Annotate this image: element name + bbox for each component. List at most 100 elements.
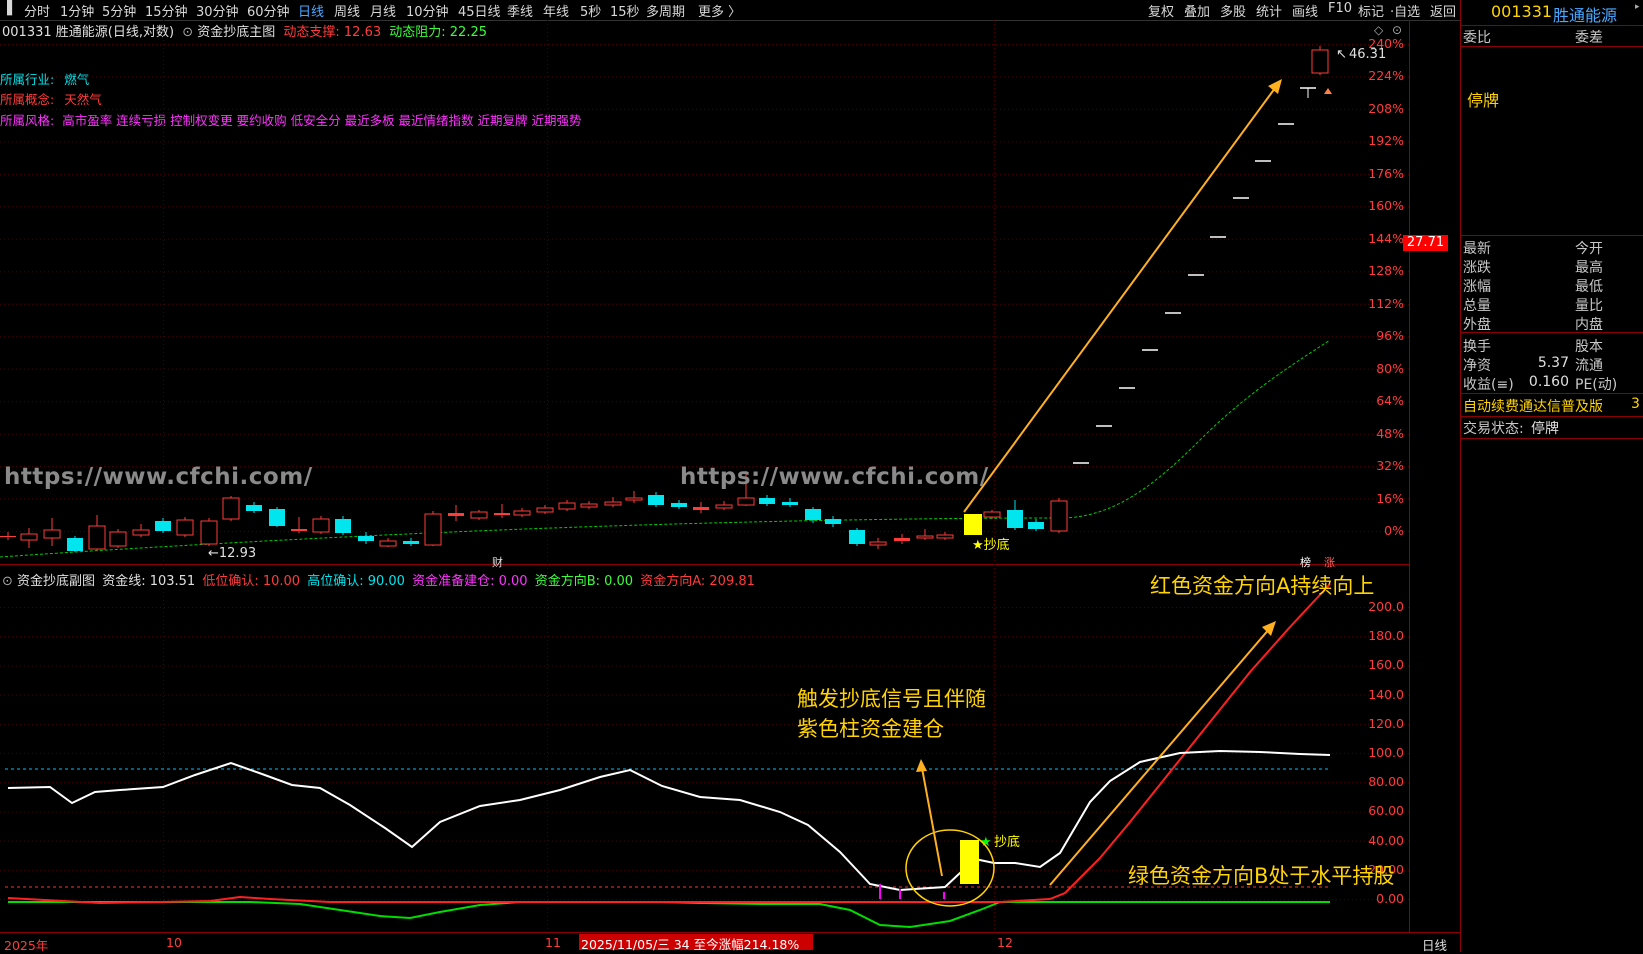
settings-icon[interactable]: ⊙ — [1392, 23, 1402, 37]
candle-body — [513, 510, 531, 516]
main-y-tick-label: 144% — [1368, 230, 1404, 246]
low-price-marker: ←12.93 — [208, 546, 256, 561]
candle-body — [448, 513, 464, 516]
candle-body — [43, 529, 61, 539]
candle-body — [246, 505, 262, 511]
signal-label-sub: 抄底 — [994, 834, 1020, 850]
quote-label: 最低 — [1575, 279, 1603, 295]
candle-body — [379, 540, 397, 547]
main-y-tick-label: 64% — [1376, 393, 1404, 409]
period-indicator[interactable]: 日线 — [1422, 935, 1447, 954]
candle-body — [312, 518, 330, 533]
candle-body — [176, 519, 194, 536]
candle-body — [916, 535, 934, 539]
sub-y-tick-label: 160.0 — [1368, 657, 1404, 673]
panel-divider — [1461, 332, 1643, 333]
direction-b-label: 资金方向B: 0.00 — [534, 574, 634, 589]
panel-divider — [1461, 416, 1643, 417]
trend-arrow-sub — [1049, 627, 1271, 886]
sub-y-tick-label: 60.00 — [1368, 803, 1404, 819]
main-y-tick-label: 176% — [1368, 165, 1404, 181]
sub-y-tick-label: 140.0 — [1368, 686, 1404, 702]
panel-dropdown-icon[interactable]: ▸ — [1635, 2, 1640, 12]
candle-body — [358, 536, 374, 541]
quote-panel: 001331 胜通能源 ▸ 委比 委差 停牌 最新 今开 涨跌 最高 涨幅 最低 总量 量比外… — [1460, 0, 1643, 952]
candle-body — [200, 520, 218, 545]
candle-body — [849, 530, 865, 544]
sub-settings-icon[interactable]: ⊙ — [2, 574, 13, 589]
signal-highlight-circle — [905, 829, 995, 907]
candle-body — [67, 538, 83, 551]
panel-stock-code: 001331 — [1491, 2, 1553, 21]
suspended-badge: 停牌 — [1467, 91, 1500, 110]
promo-number: 3 — [1631, 396, 1640, 412]
signal-arrowhead — [916, 759, 927, 772]
sub-indicator-name[interactable]: 资金抄底副图 — [17, 574, 95, 589]
candle-body — [1028, 522, 1044, 529]
candle-body — [936, 534, 954, 539]
sub-chart-title: ⊙ 资金抄底副图 资金线: 103.51 低位确认: 10.00 高位确认: 9… — [2, 570, 755, 589]
candle-body — [109, 531, 127, 547]
limit-up-ticks — [1073, 87, 1316, 464]
candle-body — [759, 498, 775, 504]
quote-label: 最高 — [1575, 260, 1603, 276]
candle-body — [0, 536, 16, 537]
sub-y-tick-label: 180.0 — [1368, 628, 1404, 644]
main-y-tick-label: 96% — [1376, 328, 1404, 344]
sub-y-tick-label: 0.00 — [1376, 891, 1404, 906]
sub-y-tick-label: 80.00 — [1368, 774, 1404, 790]
candle-body — [558, 502, 576, 510]
limit-up-marker[interactable]: 涨 — [1324, 556, 1335, 569]
candle-body — [1050, 500, 1068, 532]
sub-y-tick-label: 200.0 — [1368, 599, 1404, 614]
candle-body — [20, 533, 38, 541]
direction-a-label: 资金方向A: 209.81 — [640, 574, 755, 589]
watermark-left: https://www.cfchi.com/ — [4, 464, 313, 490]
candle-body — [403, 541, 419, 544]
candle-body — [825, 519, 841, 524]
panel-divider — [1461, 438, 1643, 439]
annotation-signal-line2: 紫色柱资金建仓 — [797, 717, 944, 741]
candle-body — [536, 507, 554, 513]
sub-grid — [0, 607, 1410, 900]
high-price-marker-arrow: ↖ — [1336, 47, 1347, 62]
diamond-icon[interactable]: ◇ — [1374, 23, 1384, 37]
current-price-tag: 27.71 — [1403, 235, 1448, 251]
candle-body — [1311, 49, 1329, 74]
main-y-tick-label: 128% — [1368, 263, 1404, 279]
candle-body — [894, 538, 910, 541]
signal-bar-sub — [960, 840, 979, 884]
pe-label: PE(动) — [1575, 377, 1618, 393]
netasset-value: 5.37 — [1537, 355, 1569, 371]
quote-label: 最新 — [1463, 241, 1491, 257]
watermark-center: https://www.cfchi.com/ — [680, 464, 989, 490]
candle-body — [335, 519, 351, 533]
candle-body — [1007, 510, 1023, 528]
panel-divider — [1461, 25, 1643, 26]
panel-stock-name: 胜通能源 — [1553, 6, 1618, 25]
trend-arrowhead-main — [1268, 79, 1282, 94]
main-y-tick-label: 0% — [1384, 523, 1404, 538]
candle-body — [869, 541, 887, 546]
candle-body — [737, 497, 755, 506]
panel-divider — [1461, 393, 1643, 394]
turnover-label: 换手 — [1463, 339, 1491, 355]
rank-marker[interactable]: 榜 — [1300, 555, 1311, 569]
fund-line-label: 资金线: 103.51 — [102, 574, 196, 589]
low-confirm-label: 低位确认: 10.00 — [202, 574, 301, 589]
candle-body — [693, 507, 709, 510]
candle-body — [269, 509, 285, 526]
financial-report-marker[interactable]: 财 — [492, 555, 503, 569]
quote-label: 涨跌 — [1463, 260, 1491, 276]
support-curve — [0, 339, 1331, 558]
promo-link[interactable]: 自动续费通达信普及版 — [1463, 396, 1603, 416]
main-y-tick-label: 80% — [1376, 360, 1404, 376]
sub-y-tick-label: 120.0 — [1368, 715, 1404, 731]
annotation-red-direction: 红色资金方向A持续向上 — [1150, 574, 1375, 598]
candle-body — [470, 511, 488, 519]
x-label-nov: 11 — [545, 935, 561, 950]
candle-body — [580, 503, 598, 508]
signal-bar-main — [964, 514, 982, 535]
candle-body — [782, 502, 798, 505]
quote-label: 量比 — [1575, 298, 1603, 314]
